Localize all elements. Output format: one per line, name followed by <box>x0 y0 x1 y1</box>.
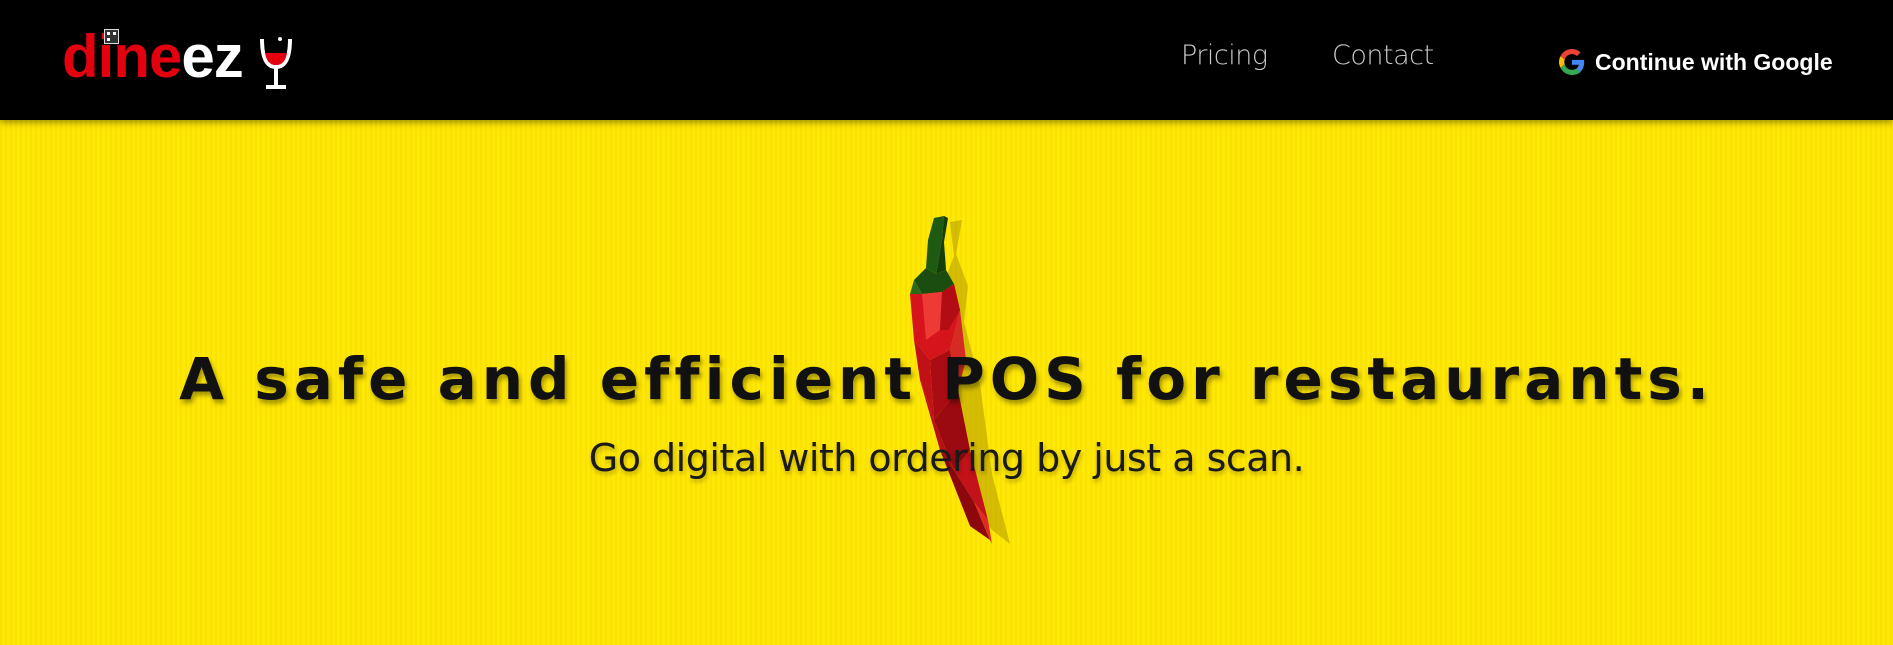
hero-subheadline: Go digital with ordering by just a scan. <box>588 436 1305 480</box>
nav-link-contact[interactable]: Contact <box>1332 40 1434 71</box>
qr-code-icon <box>104 29 119 44</box>
top-navbar: dineez Pricing Contact Continue with Goo… <box>0 0 1893 120</box>
logo-text-dine: dine <box>62 23 182 90</box>
nav-link-pricing[interactable]: Pricing <box>1181 40 1268 71</box>
continue-with-google-button[interactable]: Continue with Google <box>1559 44 1833 80</box>
wine-glass-icon <box>260 37 292 89</box>
logo-text-ez: ez <box>181 23 243 90</box>
google-button-label: Continue with Google <box>1595 48 1833 75</box>
hero-headline: A safe and efficient POS for restaurants… <box>179 344 1714 413</box>
google-icon <box>1559 49 1585 75</box>
logo-wordmark: dineez <box>62 23 244 90</box>
dineezy-logo[interactable]: dineez <box>62 25 302 95</box>
